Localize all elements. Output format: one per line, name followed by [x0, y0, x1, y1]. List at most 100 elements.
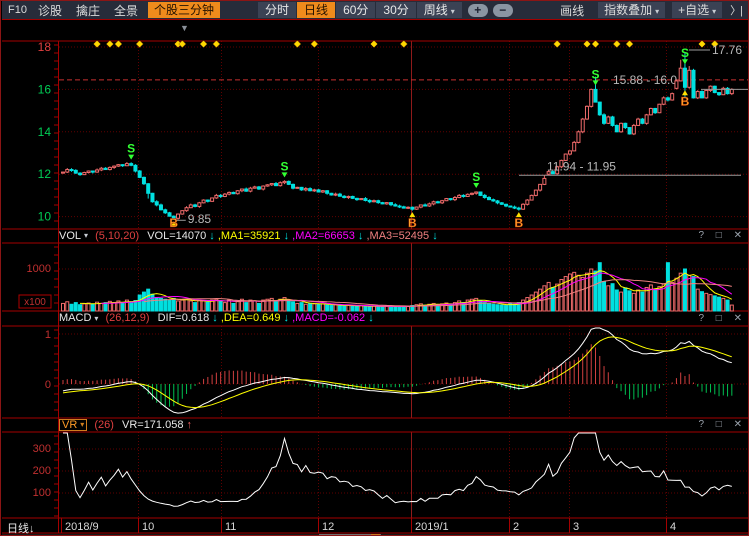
svg-text:1000: 1000	[27, 263, 51, 275]
maximize-icon[interactable]: □	[716, 419, 722, 430]
macd-value: ,MACD=-0.062	[292, 312, 365, 324]
help-icon[interactable]: ?	[698, 230, 704, 241]
maximize-icon[interactable]: □	[716, 313, 722, 324]
svg-text:11.94 - 11.95: 11.94 - 11.95	[547, 159, 616, 173]
tab-60min[interactable]: 60分	[336, 2, 375, 18]
draw-line-button[interactable]: 画线	[560, 2, 584, 19]
trend-arrow-icon: ↓	[206, 230, 218, 242]
trend-arrow-icon: ↓	[280, 312, 292, 324]
trend-arrow-icon: ↓	[209, 312, 221, 324]
caret-down-icon: ▾	[84, 231, 88, 240]
vr-indicator-selector[interactable]: VR▾	[59, 419, 87, 431]
svg-text:3: 3	[573, 521, 579, 533]
macd-indicator-header: MACD▾ (26,12,9) DIF=0.618 ↓ ,DEA=0.649 ↓…	[59, 312, 749, 325]
trend-arrow-icon: ↓	[281, 230, 293, 242]
svg-text:S: S	[591, 67, 599, 81]
svg-text:100: 100	[33, 487, 51, 499]
trend-arrow-icon: ↓	[429, 230, 438, 242]
stock-name-area[interactable]	[2, 20, 172, 40]
svg-text:S: S	[681, 46, 689, 60]
tab-intraday[interactable]: 分时	[258, 2, 296, 18]
help-icon[interactable]: ?	[698, 419, 704, 430]
svg-text:B: B	[408, 216, 417, 230]
top-toolbar: F10 诊股 擒庄 全景 个股三分钟 分时 日线 60分 30分 周线▾ + −…	[2, 1, 748, 19]
collapse-panel-icon[interactable]: 〉|	[730, 2, 742, 18]
period-tabs: 分时 日线 60分 30分 周线▾	[258, 2, 463, 18]
svg-text:17.76: 17.76	[712, 43, 742, 57]
svg-text:S: S	[281, 159, 289, 173]
svg-text:S: S	[127, 142, 135, 156]
vr-values: VR=171.058 ↑	[122, 419, 192, 431]
stock-chart-window: 2018/91011122019/123415.88 - 16.0SBSBSBS…	[0, 0, 749, 536]
zoom-in-button[interactable]: +	[468, 4, 488, 17]
macd-value: DIF=0.618	[158, 312, 210, 324]
vol-indicator-header: VOL▾ (5,10,20) VOL=14070 ↓ ,MA1=35921 ↓ …	[59, 230, 749, 242]
stock-3min-button[interactable]: 个股三分钟	[148, 2, 220, 18]
svg-text:10: 10	[38, 210, 52, 224]
vr-indicator-header: VR▾ (26) VR=171.058 ↑ ? □ ✕	[59, 419, 749, 431]
svg-text:B: B	[681, 94, 690, 108]
svg-text:2019/1: 2019/1	[415, 521, 449, 533]
vol-values: VOL=14070 ↓ ,MA1=35921 ↓ ,MA2=66653 ↓ ,M…	[147, 230, 438, 242]
vol-value: ,MA1=35921	[218, 230, 281, 242]
macd-indicator-selector[interactable]: MACD▾	[59, 312, 98, 324]
svg-text:11: 11	[225, 521, 236, 533]
svg-text:0: 0	[45, 379, 51, 391]
chart-canvas[interactable]: 2018/91011122019/123415.88 - 16.0SBSBSBS…	[1, 1, 749, 536]
close-icon[interactable]: ✕	[734, 230, 742, 241]
close-icon[interactable]: ✕	[734, 313, 742, 324]
period-indicator[interactable]: 日线↓	[7, 520, 35, 536]
svg-text:2: 2	[513, 521, 519, 533]
caret-down-icon: ▾	[94, 314, 98, 323]
vr-value: VR=171.058	[122, 419, 183, 431]
svg-text:2018/9: 2018/9	[65, 521, 99, 533]
vol-indicator-selector[interactable]: VOL▾	[59, 230, 88, 242]
macd-value: ,DEA=0.649	[221, 312, 281, 324]
tab-30min[interactable]: 30分	[376, 2, 415, 18]
stock-selector-dropdown-icon[interactable]: ▼	[180, 23, 189, 33]
svg-text:15.88 - 16.0: 15.88 - 16.0	[613, 73, 677, 87]
pane-window-icons: ? □ ✕	[689, 230, 742, 242]
catch-banker-button[interactable]: 擒庄	[76, 2, 100, 19]
svg-text:B: B	[169, 216, 178, 230]
svg-text:10: 10	[142, 521, 154, 533]
trend-arrow-icon: ↓	[355, 230, 367, 242]
diagnose-stock-button[interactable]: 诊股	[38, 2, 62, 19]
macd-params: (26,12,9)	[105, 312, 149, 324]
tab-weekly[interactable]: 周线▾	[417, 2, 462, 18]
svg-text:12: 12	[38, 167, 52, 181]
close-icon[interactable]: ✕	[734, 419, 742, 430]
vol-value: VOL=14070	[147, 230, 206, 242]
maximize-icon[interactable]: □	[716, 230, 722, 241]
trend-arrow-icon: ↓	[365, 312, 374, 324]
svg-text:200: 200	[33, 465, 51, 477]
svg-text:12: 12	[322, 521, 334, 533]
vol-value: ,MA3=52495	[366, 230, 429, 242]
f10-button[interactable]: F10	[8, 4, 27, 16]
panorama-button[interactable]: 全景	[114, 2, 138, 19]
index-overlay-button[interactable]: 指数叠加▾	[598, 2, 665, 18]
help-icon[interactable]: ?	[698, 313, 704, 324]
svg-text:x100: x100	[24, 297, 46, 308]
macd-values: DIF=0.618 ↓ ,DEA=0.649 ↓ ,MACD=-0.062 ↓	[158, 312, 374, 324]
svg-text:18: 18	[38, 40, 52, 54]
chevron-down-icon: ▾	[655, 7, 659, 16]
vol-value: ,MA2=66653	[292, 230, 355, 242]
svg-text:14: 14	[38, 125, 52, 139]
svg-text:16: 16	[38, 82, 52, 96]
zoom-out-button[interactable]: −	[493, 4, 513, 17]
pane-window-icons: ? □ ✕	[689, 312, 742, 325]
vol-params: (5,10,20)	[95, 230, 139, 242]
svg-text:B: B	[514, 216, 523, 230]
add-favorite-button[interactable]: +自选▾	[672, 2, 722, 18]
svg-text:4: 4	[670, 521, 676, 533]
trend-arrow-icon: ↑	[183, 419, 192, 431]
toolbar-right-group: 画线 指数叠加▾ +自选▾ 〉|	[553, 2, 748, 19]
svg-text:300: 300	[33, 443, 51, 455]
tab-daily[interactable]: 日线	[297, 2, 335, 18]
caret-down-icon: ▾	[80, 420, 84, 429]
svg-text:S: S	[472, 170, 480, 184]
chevron-down-icon: ▾	[451, 7, 455, 16]
svg-text:1: 1	[45, 329, 51, 341]
chevron-down-icon: ▾	[712, 7, 716, 16]
